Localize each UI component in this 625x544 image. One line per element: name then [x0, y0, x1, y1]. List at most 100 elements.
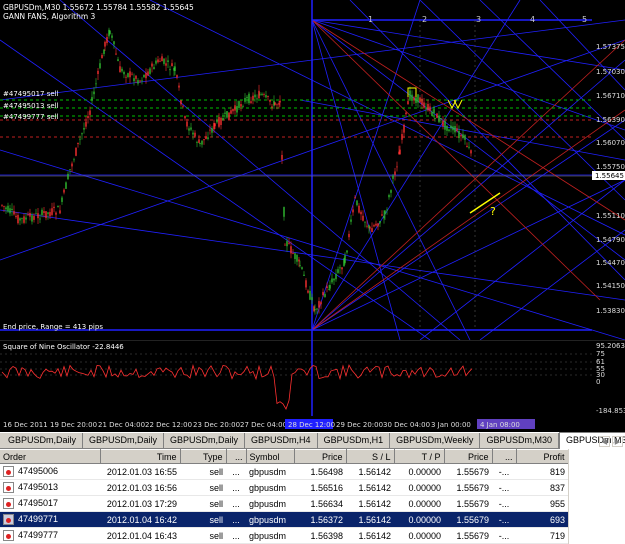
candle-body	[163, 58, 165, 64]
candle-body	[211, 128, 213, 133]
chart-window[interactable]: GBPUSDm,M30 1.55672 1.55784 1.55582 1.55…	[0, 0, 625, 432]
price-chart[interactable]: GBPUSDm,M30 1.55672 1.55784 1.55582 1.55…	[0, 0, 625, 340]
candle-body	[375, 223, 377, 226]
table-cell: 1.56398	[294, 527, 346, 544]
table-cell: 1.55679	[444, 463, 492, 480]
chart-tab[interactable]: GBPUSDm,Daily	[2, 433, 84, 448]
osc-tick-label: -184.853	[596, 407, 625, 415]
candle-body	[309, 290, 311, 300]
candle-body	[43, 211, 45, 213]
candle-body	[141, 80, 143, 82]
chart-tab[interactable]: GBPUSDm,H1	[318, 433, 391, 448]
chart-tab[interactable]: GBPUSDm,Daily	[164, 433, 246, 448]
candle-body	[299, 265, 301, 266]
column-header[interactable]: ...	[492, 449, 517, 464]
table-row[interactable]: 47499777 2012.01.04 16:43 sell... gbpusdm 1.…	[0, 527, 568, 544]
table-cell: ...	[226, 511, 246, 528]
candle-body	[292, 253, 294, 254]
candle-body	[364, 221, 366, 223]
table-row[interactable]: 47495006 2012.01.03 16:55 sell... gbpusdm 1.…	[0, 463, 568, 480]
price-tick-label: 1.57030	[596, 68, 625, 76]
osc-tick-label: 95.2063	[596, 342, 625, 350]
candle-body	[358, 205, 360, 213]
candle-body	[236, 106, 238, 113]
trade-terminal: Order Time Type... Symbol Price S / LT / P Pri…	[0, 449, 625, 544]
chart-tab[interactable]: GBPUSDm,Weekly	[390, 433, 481, 448]
column-header[interactable]: S / L	[346, 449, 395, 464]
candle-body	[269, 99, 271, 102]
candle-body	[248, 93, 250, 104]
candle-body	[85, 121, 87, 127]
candle-body	[19, 218, 21, 221]
tab-scroll-left-icon[interactable]: ◀	[599, 436, 610, 447]
chart-tab[interactable]: GBPUSDm,M30	[480, 433, 559, 448]
column-header[interactable]: Price	[444, 449, 493, 464]
candle-body	[274, 102, 276, 105]
candle-body	[444, 121, 446, 130]
candle-body	[341, 267, 343, 270]
candle-body	[220, 117, 222, 125]
column-header[interactable]: Profit	[516, 449, 569, 464]
candle-body	[409, 90, 411, 99]
table-row[interactable]: 47499771 2012.01.04 16:42 sell... gbpusdm 1.…	[0, 511, 568, 528]
table-cell: 719	[516, 527, 568, 544]
candle-body	[267, 96, 269, 97]
candle-body	[290, 246, 292, 254]
candle-body	[21, 218, 23, 219]
candle-body	[228, 112, 230, 120]
candle-body	[119, 66, 121, 73]
candle-body	[157, 59, 159, 63]
red-fan-line	[311, 39, 625, 331]
column-header[interactable]: ...	[226, 449, 247, 464]
table-cell: ...	[226, 495, 246, 512]
table-cell: 2012.01.03 16:56	[100, 479, 180, 496]
column-header[interactable]: Order	[0, 449, 101, 464]
candle-body	[81, 133, 83, 135]
table-cell: gbpusdm	[246, 463, 294, 480]
candle-body	[93, 91, 95, 95]
candle-body	[350, 219, 352, 222]
table-cell: 0.00000	[394, 511, 444, 528]
candle-body	[326, 286, 328, 288]
candle-body	[95, 83, 97, 85]
table-cell: ...	[226, 527, 246, 544]
candle-body	[417, 94, 419, 103]
chart-tab[interactable]: GBPUSDm,Daily	[83, 433, 165, 448]
symbol-info: GBPUSDm,M30 1.55672 1.55784 1.55582 1.55…	[3, 3, 194, 12]
sell-order-icon	[3, 482, 14, 494]
candle-body	[256, 98, 258, 100]
chart-tab[interactable]: GBPUSDm,H4	[245, 433, 318, 448]
candle-body	[127, 73, 129, 78]
candle-body	[91, 97, 93, 101]
time-tick-label: 27 Dec 04:00	[240, 421, 287, 429]
candle-body	[182, 105, 184, 107]
candle-body	[198, 139, 200, 143]
tab-scroll-right-icon[interactable]: ▶	[612, 436, 623, 447]
order-id-cell: 47495006	[0, 463, 100, 480]
column-header[interactable]: Type	[180, 449, 227, 464]
candle-body	[216, 119, 218, 123]
column-header[interactable]: Time	[100, 449, 181, 464]
candle-body	[466, 145, 468, 148]
column-header[interactable]: Price	[294, 449, 347, 464]
candle-body	[286, 241, 288, 247]
candle-body	[7, 205, 9, 212]
oscillator-chart[interactable]: Square of Nine Oscillator -22.8446 95.20…	[0, 340, 625, 416]
candle-body	[401, 134, 403, 140]
column-header[interactable]: Symbol	[246, 449, 295, 464]
candle-body	[123, 71, 125, 75]
column-header[interactable]: T / P	[394, 449, 445, 464]
fan-line	[349, 0, 625, 281]
table-row[interactable]: 47495017 2012.01.03 17:29 sell... gbpusdm 1.…	[0, 495, 568, 512]
osc-tick-label: 75	[596, 350, 605, 358]
candle-body	[433, 109, 435, 114]
candle-body	[434, 118, 436, 120]
candle-body	[17, 215, 19, 224]
candle-body	[456, 128, 458, 131]
candle-body	[354, 197, 356, 199]
candle-body	[31, 215, 33, 222]
candle-body	[27, 214, 29, 216]
candle-body	[460, 135, 462, 137]
table-row[interactable]: 47495013 2012.01.03 16:56 sell... gbpusdm 1.…	[0, 479, 568, 496]
candle-body	[57, 205, 59, 208]
